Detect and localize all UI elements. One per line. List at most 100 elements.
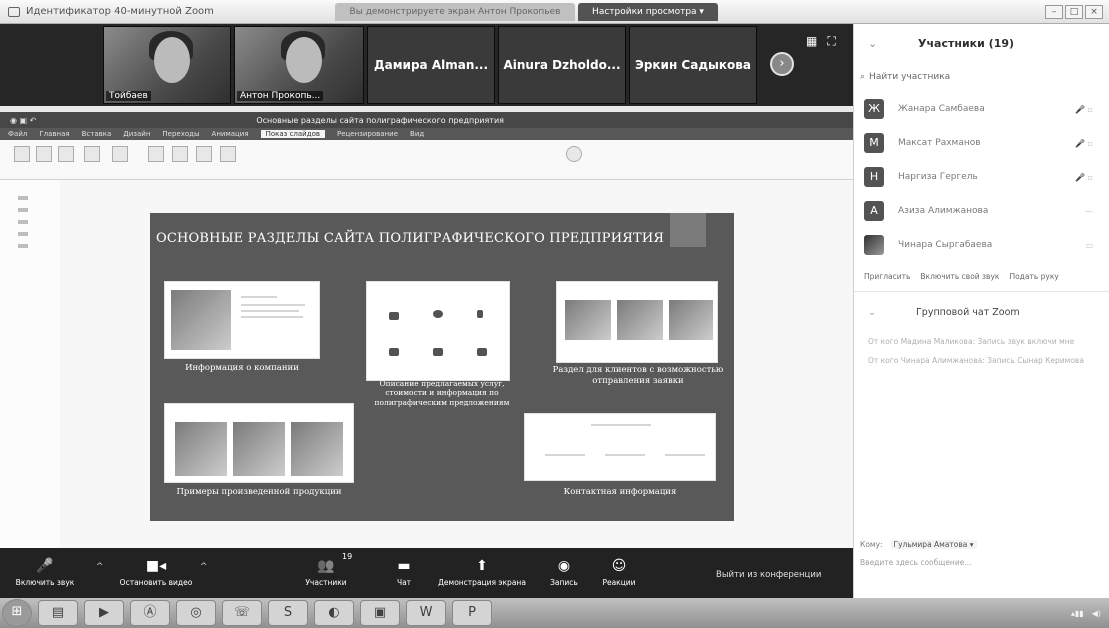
stop-video-label: Остановить видео (119, 578, 193, 587)
ribbon-button[interactable] (566, 146, 582, 162)
share-screen-button[interactable]: ⬆ Демонстрация экрана (432, 554, 532, 587)
video-tile[interactable]: Ainura Dzholdo... (498, 26, 626, 104)
raise-hand-button[interactable]: Подать руку (1009, 272, 1058, 281)
zoom-icon[interactable]: ▣ (360, 600, 400, 626)
chat-input[interactable]: Введите здесь сообщение... (860, 558, 1100, 567)
participant-face (286, 37, 323, 83)
participant-actions: Пригласить Включить свой звук Подать рук… (854, 262, 1109, 292)
avatar: Н (864, 167, 884, 187)
video-options-chevron-icon[interactable]: ^ (200, 562, 208, 572)
ribbon-button[interactable] (220, 146, 236, 162)
text-line (665, 454, 705, 456)
viber-icon[interactable]: ☏ (222, 600, 262, 626)
video-tile[interactable]: Дамира Alman... (367, 26, 495, 104)
mic-muted-icon: 🎤 ▫ (1075, 138, 1093, 148)
service-icon (477, 310, 483, 318)
ribbon-tabs: Файл Главная Вставка Дизайн Переходы Ани… (0, 128, 853, 140)
video-tile[interactable]: Тойбаев (103, 26, 231, 104)
start-icon[interactable]: ⊞ (2, 599, 32, 627)
ribbon-tab[interactable]: Вставка (82, 130, 112, 138)
ribbon-tab[interactable]: Рецензирование (337, 130, 398, 138)
close-icon[interactable]: × (1085, 4, 1103, 19)
video-name: Эркин Садыкова (635, 58, 751, 72)
chrome-icon[interactable]: ◐ (314, 600, 354, 626)
video-name: Ainura Dzholdo... (503, 58, 621, 72)
participant-row[interactable]: Н Наргиза Гергель 🎤 ▫ (854, 160, 1109, 194)
participant-row[interactable]: А Азиза Алимжанова — (854, 194, 1109, 228)
invite-button[interactable]: Пригласить (864, 272, 910, 281)
chat-title: Групповой чат Zoom (916, 306, 1020, 318)
video-tile[interactable]: Эркин Садыкова (629, 26, 757, 104)
company-photo (171, 290, 231, 350)
word-icon[interactable]: W (406, 600, 446, 626)
record-icon: ◉ (557, 558, 571, 574)
chat-recipient-select[interactable]: Гульмира Аматова ▾ (890, 540, 977, 549)
ribbon-tab[interactable]: Анимация (212, 130, 249, 138)
unmute-button[interactable]: 🎤 Включить звук (10, 554, 80, 587)
app-icon[interactable]: Ⓐ (130, 600, 170, 626)
unmute-self-button[interactable]: Включить свой звук (920, 272, 999, 281)
contacts-screenshot (524, 413, 716, 481)
stop-video-button[interactable]: ■◂ Остановить видео (116, 554, 196, 587)
ribbon-tab[interactable]: Файл (8, 130, 27, 138)
outline-marker (18, 196, 28, 200)
skype-icon[interactable]: S (268, 600, 308, 626)
next-videos-button[interactable]: › (770, 52, 794, 76)
ribbon-button[interactable] (36, 146, 52, 162)
record-button[interactable]: ◉ Запись (544, 554, 584, 587)
chat-message: От кого Чинара Алимжанова: Запись Сынар … (868, 356, 1084, 366)
app-title: Идентификатор 40-минутной Zoom (0, 6, 335, 17)
ribbon-tab-active[interactable]: Показ слайдов (260, 130, 325, 138)
participant-row[interactable]: Ж Жанара Самбаева 🎤 ▫ (854, 92, 1109, 126)
title-bar: Идентификатор 40-минутной Zoom Вы демонс… (0, 0, 1109, 24)
participant-name: Жанара Самбаева (898, 104, 985, 114)
example-photo (233, 422, 285, 476)
chat-bubble-icon: ▬ (397, 558, 411, 574)
powerpoint-icon[interactable]: P (452, 600, 492, 626)
browser-icon[interactable]: ◎ (176, 600, 216, 626)
gallery-view-icon[interactable]: ▦ (806, 34, 817, 49)
fullscreen-icon[interactable]: ⛶ (827, 34, 835, 49)
record-label: Запись (550, 578, 578, 587)
audio-options-chevron-icon[interactable]: ^ (96, 562, 104, 572)
maximize-icon[interactable]: □ (1065, 4, 1083, 19)
participant-name: Чинара Сыргабаева (898, 240, 993, 250)
chat-button[interactable]: ▬ Чат (384, 554, 424, 587)
ribbon-tab[interactable]: Переходы (162, 130, 199, 138)
text-line (241, 310, 299, 312)
caption-examples: Примеры произведенной продукции (176, 487, 342, 497)
request-screenshot (556, 281, 718, 363)
ribbon-tab[interactable]: Вид (410, 130, 424, 138)
volume-icon[interactable]: ◀) (1092, 609, 1101, 618)
ribbon-tab[interactable]: Дизайн (123, 130, 150, 138)
sharing-status-tab[interactable]: Вы демонстрируете экран Антон Прокопьев (335, 2, 575, 21)
network-icon[interactable]: ▴▮▮ (1071, 609, 1084, 618)
media-player-icon[interactable]: ▶ (84, 600, 124, 626)
collapse-icon[interactable]: ⌄ (868, 37, 918, 50)
explorer-icon[interactable]: ▤ (38, 600, 78, 626)
ribbon-button[interactable] (172, 146, 188, 162)
reactions-button[interactable]: ☺ Реакции (594, 554, 644, 587)
window-icon (8, 6, 20, 17)
ribbon-button[interactable] (14, 146, 30, 162)
request-photo (565, 300, 611, 340)
ribbon-button[interactable] (196, 146, 212, 162)
minimize-icon[interactable]: – (1045, 4, 1063, 19)
participant-search[interactable]: ⌕ Найти участника (860, 66, 1103, 88)
ribbon-button[interactable] (58, 146, 74, 162)
service-icon (477, 348, 487, 356)
participant-row[interactable]: Чинара Сыргабаева ▭ (854, 228, 1109, 262)
ribbon-tab[interactable]: Главная (39, 130, 69, 138)
view-options-tab[interactable]: Настройки просмотра ▾ (578, 2, 718, 21)
participant-row[interactable]: М Максат Рахманов 🎤 ▫ (854, 126, 1109, 160)
ribbon-button[interactable] (148, 146, 164, 162)
ribbon-button[interactable] (84, 146, 100, 162)
ribbon-button[interactable] (112, 146, 128, 162)
slide[interactable]: ОСНОВНЫЕ РАЗДЕЛЫ САЙТА ПОЛИГРАФИЧЕСКОГО … (150, 213, 734, 521)
collapse-icon[interactable]: ⌄ (868, 307, 916, 318)
leave-meeting-button[interactable]: Выйти из конференции (716, 570, 821, 580)
participant-name: Максат Рахманов (898, 138, 981, 148)
video-tile[interactable]: Антон Прокопь... (234, 26, 364, 104)
mic-muted-icon: — (1085, 206, 1093, 216)
window-controls: – □ × (1045, 4, 1109, 19)
